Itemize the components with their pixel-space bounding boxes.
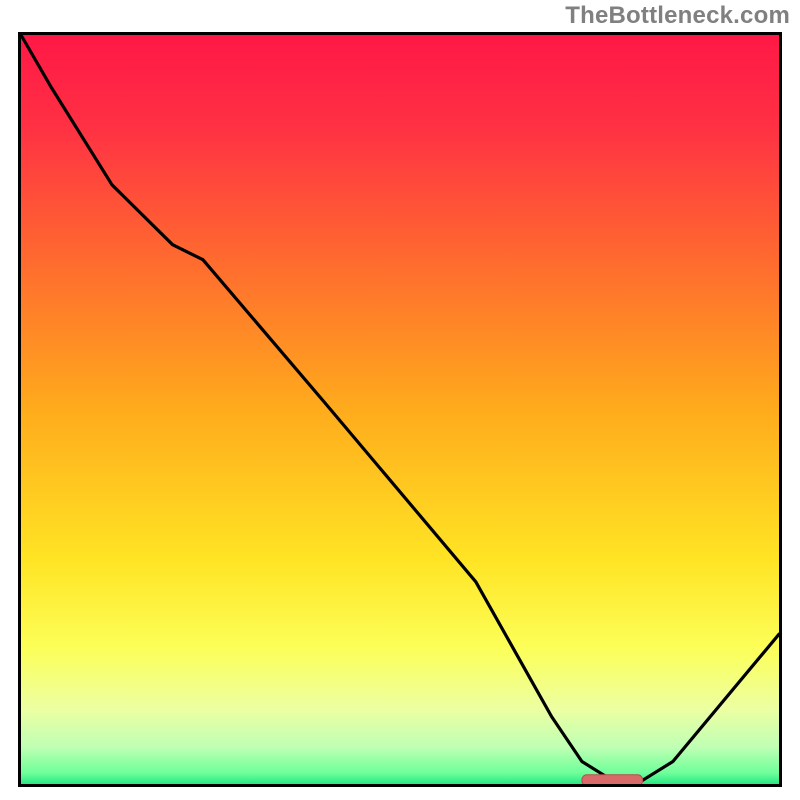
chart-background-gradient xyxy=(21,35,779,784)
chart-svg xyxy=(18,32,782,787)
chart-area xyxy=(18,32,782,787)
watermark-text: TheBottleneck.com xyxy=(565,2,790,30)
